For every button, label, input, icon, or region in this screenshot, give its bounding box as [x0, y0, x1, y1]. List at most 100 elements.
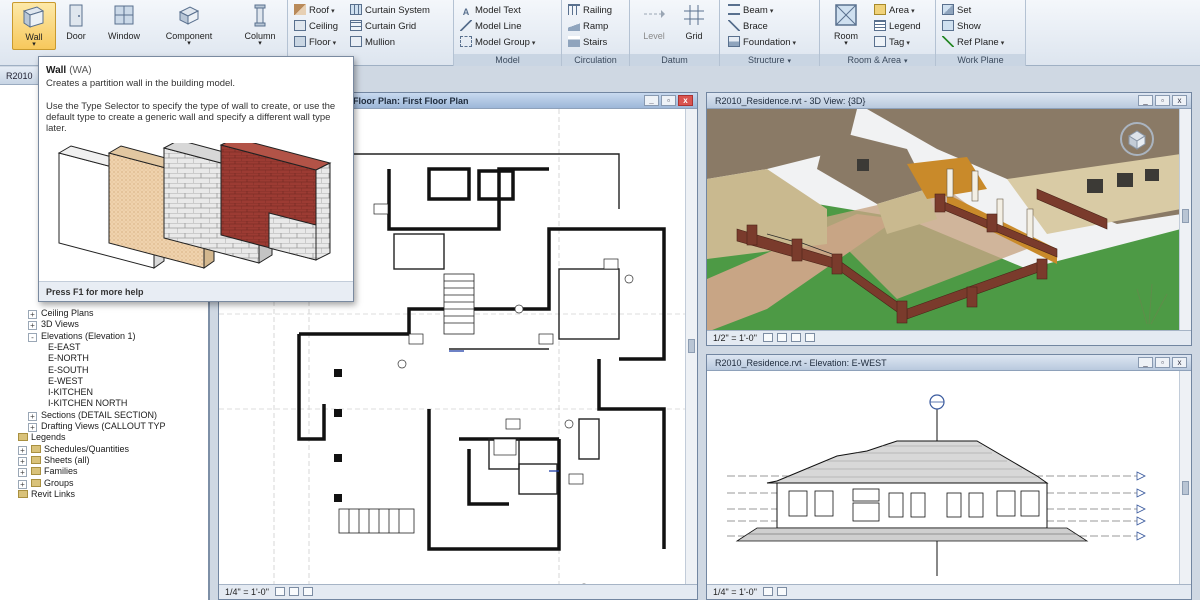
room-area-panel: Room ▾ Area ▾ Legend Tag ▾ Room & Area ▾ [820, 0, 936, 66]
legend-button[interactable]: Legend [874, 19, 921, 34]
render-icon[interactable] [805, 333, 816, 342]
tooltip-shortcut: (WA) [69, 65, 92, 76]
view-3d-scrollbar[interactable] [1179, 109, 1191, 330]
ceiling-icon [294, 20, 306, 31]
minimize-icon[interactable]: _ [1138, 95, 1153, 106]
browser-tree-item[interactable]: Revit Links [18, 488, 75, 500]
browser-tree-item[interactable]: + Families [18, 465, 78, 477]
elevation-scroll-thumb[interactable] [1182, 481, 1189, 495]
detail-level-icon[interactable] [275, 587, 286, 596]
floor-button[interactable]: Floor ▾ [294, 35, 336, 50]
stairs-button[interactable]: Stairs [568, 35, 607, 50]
view-3d-canvas[interactable] [707, 109, 1179, 330]
brace-label: Brace [743, 21, 768, 32]
curtain-grid-label: Curtain Grid [365, 21, 417, 32]
structure-panel-expand-icon[interactable]: ▾ [788, 58, 792, 65]
floor-plan-scrollbar[interactable] [685, 109, 697, 584]
mullion-button[interactable]: Mullion [350, 35, 395, 50]
close-icon[interactable]: x [678, 95, 693, 106]
shadows-icon[interactable] [791, 333, 802, 342]
folder-icon [18, 490, 28, 498]
visual-style-icon[interactable] [777, 587, 788, 596]
view-3d[interactable]: R2010_Residence.rvt - 3D View: {3D} _ ▫ x [706, 92, 1192, 346]
model-panel-title: Model [454, 54, 561, 66]
room-area-panel-expand-icon[interactable]: ▾ [904, 58, 908, 65]
visual-style-icon[interactable] [777, 333, 788, 342]
browser-tree-item[interactable]: I-KITCHEN NORTH [48, 397, 127, 409]
browser-tree-item-label: I-KITCHEN [48, 387, 93, 397]
window-button[interactable]: Window [102, 2, 146, 50]
detail-level-icon[interactable] [763, 587, 774, 596]
ceiling-button[interactable]: Ceiling [294, 19, 338, 34]
railing-label: Railing [583, 5, 613, 16]
column-button[interactable]: Column ▾ [238, 2, 282, 50]
floor-icon [294, 36, 306, 47]
expand-icon[interactable]: + [18, 468, 27, 477]
tag-button[interactable]: Tag ▾ [874, 35, 910, 50]
grid-head-icon[interactable] [929, 394, 945, 410]
browser-tree-item-label: I-KITCHEN NORTH [48, 398, 128, 408]
model-group-button[interactable]: Model Group ▾ [460, 35, 535, 50]
view-3d-window-controls: _ ▫ x [1136, 95, 1187, 107]
minimize-icon[interactable]: _ [1138, 357, 1153, 368]
curtain-system-button[interactable]: Curtain System [350, 3, 430, 18]
floor-plan-scale[interactable]: 1/4" = 1'-0" [225, 587, 269, 597]
ramp-icon [568, 20, 580, 31]
view-3d-control-bar: 1/2" = 1'-0" [707, 330, 1191, 345]
door-icon [69, 4, 83, 27]
collapse-icon[interactable]: - [28, 333, 37, 342]
folder-icon [18, 433, 28, 441]
browser-tree-item[interactable]: Legends [18, 431, 66, 443]
grid-icon [684, 5, 704, 25]
room-button[interactable]: Room ▾ [826, 2, 866, 50]
beam-button[interactable]: Beam ▾ [728, 3, 773, 18]
detail-level-icon[interactable] [763, 333, 774, 342]
browser-tree-item[interactable]: E-NORTH [48, 352, 89, 364]
door-button[interactable]: Door [54, 2, 98, 50]
ref-plane-label: Ref Plane [957, 37, 999, 48]
foundation-icon [728, 36, 740, 47]
restore-icon[interactable]: ▫ [1155, 95, 1170, 106]
tag-icon [874, 36, 886, 47]
ramp-button[interactable]: Ramp [568, 19, 608, 34]
model-line-button[interactable]: Model Line [460, 19, 521, 34]
close-icon[interactable]: x [1172, 95, 1187, 106]
model-text-button[interactable]: A Model Text [460, 3, 521, 18]
elevation-canvas[interactable] [707, 371, 1179, 584]
ref-plane-button[interactable]: Ref Plane ▾ [942, 35, 1004, 50]
floor-plan-scroll-thumb[interactable] [688, 339, 695, 353]
foundation-button[interactable]: Foundation ▾ [728, 35, 796, 50]
folder-icon [31, 445, 41, 453]
visual-style-icon[interactable] [289, 587, 300, 596]
set-button[interactable]: Set [942, 3, 971, 18]
sun-path-icon[interactable] [303, 587, 314, 596]
curtain-grid-button[interactable]: Curtain Grid [350, 19, 416, 34]
browser-tree-item-label: Revit Links [31, 489, 76, 499]
grid-button[interactable]: Grid [674, 2, 714, 50]
component-button[interactable]: Component ▾ [158, 2, 220, 50]
view-3d-scroll-thumb[interactable] [1182, 209, 1189, 223]
restore-icon[interactable]: ▫ [1155, 357, 1170, 368]
level-button[interactable]: Level [634, 2, 674, 50]
tooltip-help-hint: Press F1 for more help [39, 281, 353, 301]
browser-tree-item-label: Families [44, 466, 78, 476]
folder-icon [31, 479, 41, 487]
elevation-scrollbar[interactable] [1179, 371, 1191, 584]
mullion-icon [350, 36, 362, 47]
expand-icon[interactable]: + [28, 321, 37, 330]
roof-button[interactable]: Roof ▾ [294, 3, 335, 18]
minimize-icon[interactable]: _ [644, 95, 659, 106]
elevation-view[interactable]: R2010_Residence.rvt - Elevation: E-WEST … [706, 354, 1192, 600]
close-icon[interactable]: x [1172, 357, 1187, 368]
component-icon [178, 6, 200, 25]
area-button[interactable]: Area ▾ [874, 3, 915, 18]
wall-button[interactable]: Wall ▾ [12, 2, 56, 50]
brace-icon [728, 20, 740, 31]
view-3d-scale[interactable]: 1/2" = 1'-0" [713, 333, 757, 343]
elevation-scale[interactable]: 1/4" = 1'-0" [713, 587, 757, 597]
brace-button[interactable]: Brace [728, 19, 768, 34]
show-button[interactable]: Show [942, 19, 981, 34]
railing-button[interactable]: Railing [568, 3, 612, 18]
restore-icon[interactable]: ▫ [661, 95, 676, 106]
folder-icon [31, 467, 41, 475]
